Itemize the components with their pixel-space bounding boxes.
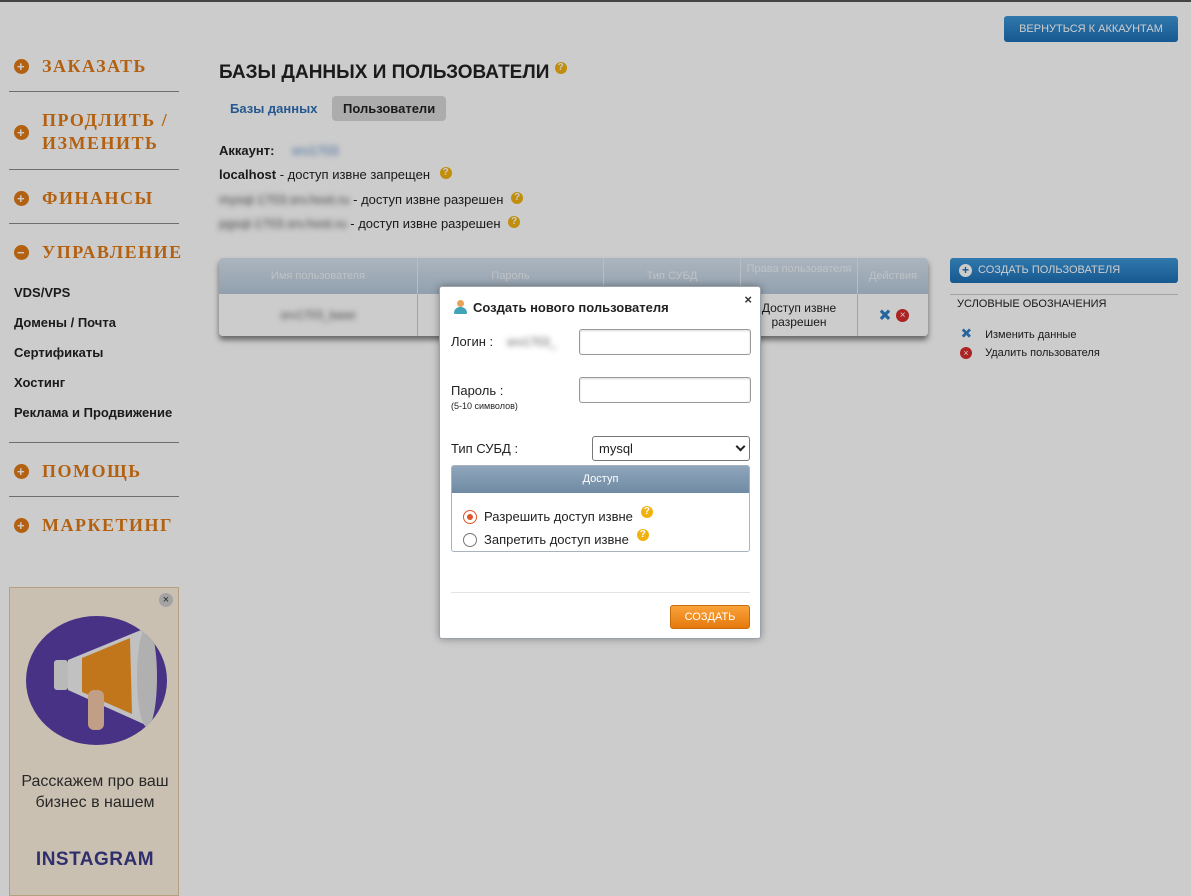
radio-button[interactable] xyxy=(463,509,477,524)
radio-button[interactable] xyxy=(463,532,477,547)
radio-deny-external[interactable]: Запретить доступ извне ? xyxy=(463,528,649,547)
submit-create-button[interactable]: СОЗДАТЬ xyxy=(670,605,750,629)
radio-allow-external[interactable]: Разрешить доступ извне ? xyxy=(463,505,653,524)
user-icon xyxy=(454,300,467,314)
password-label: Пароль : xyxy=(451,383,504,398)
login-label: Логин : srv1703_ xyxy=(451,334,557,349)
create-user-dialog: Создать нового пользователя × Логин : sr… xyxy=(439,286,761,639)
divider xyxy=(451,592,750,593)
close-icon[interactable]: × xyxy=(744,292,752,307)
db-type-select[interactable]: mysql xyxy=(592,436,750,461)
dialog-title: Создать нового пользователя xyxy=(454,300,669,315)
password-input[interactable] xyxy=(579,377,751,403)
password-hint: (5-10 символов) xyxy=(451,401,518,411)
chevron-down-icon xyxy=(735,441,746,452)
access-panel: Доступ Разрешить доступ извне ? Запретит… xyxy=(451,465,750,552)
access-title: Доступ xyxy=(452,466,749,493)
db-type-label: Тип СУБД : xyxy=(451,441,519,456)
login-input[interactable] xyxy=(579,329,751,355)
help-icon[interactable]: ? xyxy=(636,528,649,541)
help-icon[interactable]: ? xyxy=(640,505,653,518)
